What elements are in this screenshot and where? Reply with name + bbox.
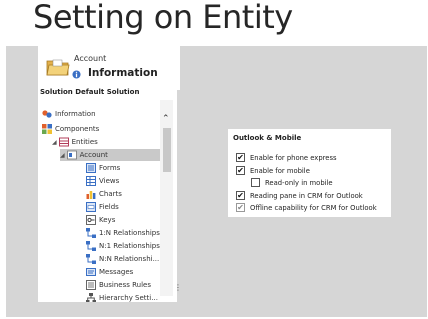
nav-item-label: N:1 Relationships [99,242,160,250]
nav-item-account[interactable]: ◢ Account [60,149,163,161]
nav-item-n1-relationships[interactable]: N:1 Relationships [86,240,160,252]
nav-item-keys[interactable]: Keys [86,214,115,226]
views-icon [86,176,96,186]
option-label: Enable for phone express [250,153,337,162]
nav-item-fields[interactable]: Fields [86,201,119,213]
relationship-icon [86,241,96,251]
entity-header: Account Information [38,46,180,90]
nav-item-views[interactable]: Views [86,175,119,187]
business-rules-icon [86,280,96,290]
collapse-arrow-icon[interactable]: ◢ [60,152,65,159]
option-phone-express[interactable]: ✔ Enable for phone express [236,153,337,162]
splitter-handle-icon[interactable]: ⋮ [174,284,182,292]
option-offline-capability: ✔ Offline capability for CRM for Outlook [236,203,377,212]
keys-icon [86,215,96,225]
checkbox-phone-express[interactable]: ✔ [236,153,245,162]
nav-item-label: Charts [99,190,122,198]
relationship-icon [86,254,96,264]
option-label: Offline capability for CRM for Outlook [250,203,377,212]
nav-scrollbar[interactable]: ⌃ [160,100,173,296]
slide-title: Setting on Entity [33,0,293,36]
info-icon [42,109,52,119]
nav-item-1n-relationships[interactable]: 1:N Relationships [86,227,160,239]
nav-item-information[interactable]: Information [42,108,96,120]
nav-item-label: 1:N Relationships [99,229,160,237]
nav-item-forms[interactable]: Forms [86,162,120,174]
option-reading-pane[interactable]: ✔ Reading pane in CRM for Outlook [236,191,363,200]
nav-item-label: Messages [99,268,134,276]
nav-item-label: Fields [99,203,119,211]
scroll-thumb[interactable] [163,128,171,172]
nav-item-nn-relationships[interactable]: N:N Relationshi... [86,253,159,265]
nav-item-label: Keys [99,216,116,224]
option-label: Read-only in mobile [265,178,333,187]
collapse-arrow-icon[interactable]: ◢ [52,139,57,146]
solution-title: Solution Default Solution [40,88,140,96]
nav-item-hierarchy-settings[interactable]: Hierarchy Setti... [86,292,158,302]
nav-item-messages[interactable]: Messages [86,266,133,278]
nav-item-label: Entities [71,138,98,146]
section-heading: Outlook & Mobile [233,134,302,142]
outlook-mobile-section: Outlook & Mobile ✔ Enable for phone expr… [228,129,391,217]
scroll-up-icon[interactable]: ⌃ [162,114,170,124]
option-label: Reading pane in CRM for Outlook [250,191,363,200]
nav-item-business-rules[interactable]: Business Rules [86,279,151,291]
account-icon [66,150,77,160]
option-read-only-mobile[interactable]: Read-only in mobile [251,178,333,187]
folder-icon [46,59,70,76]
checkbox-read-only-mobile[interactable] [251,178,260,187]
nav-item-label: Information [55,110,96,118]
section-title: Information [88,67,158,79]
nav-item-charts[interactable]: Charts [86,188,122,200]
option-label: Enable for mobile [250,166,310,175]
nav-item-label: N:N Relationshi... [99,255,160,263]
entities-icon [58,137,69,147]
charts-icon [86,189,96,199]
checkbox-enable-mobile[interactable]: ✔ [236,166,245,175]
option-enable-mobile[interactable]: ✔ Enable for mobile [236,166,310,175]
components-icon [42,124,52,134]
entity-name: Account [74,54,107,63]
nav-item-label: Components [55,125,100,133]
checkbox-offline-capability: ✔ [236,203,245,212]
fields-icon [86,202,96,212]
nav-item-label: Views [99,177,120,185]
nav-item-components[interactable]: Components [42,123,99,135]
relationship-icon [86,228,96,238]
nav-item-label: Business Rules [99,281,151,289]
nav-item-label: Account [79,151,108,159]
info-icon [72,70,81,79]
messages-icon [86,267,96,277]
forms-icon [86,163,96,173]
hierarchy-icon [86,293,96,302]
solution-navigation: Solution Default Solution Information Co… [38,86,177,302]
nav-item-label: Forms [99,164,121,172]
nav-item-label: Hierarchy Setti... [99,294,158,302]
nav-item-entities[interactable]: ◢ Entities [52,136,98,148]
checkbox-reading-pane[interactable]: ✔ [236,191,245,200]
